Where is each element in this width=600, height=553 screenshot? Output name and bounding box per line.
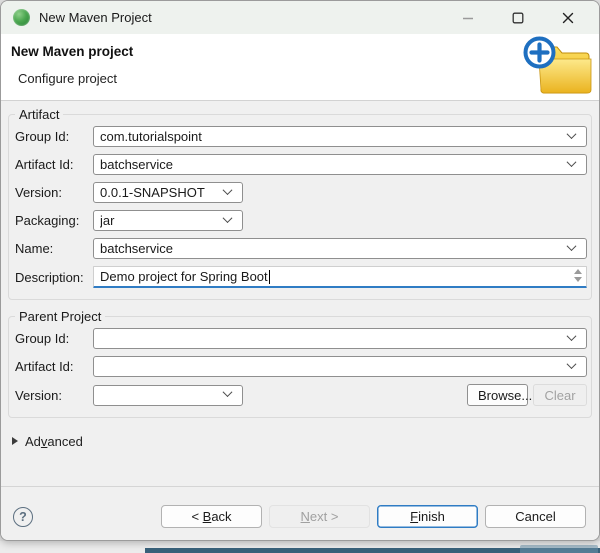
- version-combo[interactable]: 0.0.1-SNAPSHOT: [93, 182, 243, 203]
- arrow-up-icon[interactable]: [574, 269, 582, 274]
- help-icon: ?: [19, 510, 27, 524]
- group-id-combo[interactable]: com.tutorialspoint: [93, 126, 587, 147]
- arrow-down-icon[interactable]: [574, 277, 582, 282]
- back-button[interactable]: < Back: [161, 505, 262, 528]
- chevron-down-icon[interactable]: [567, 241, 577, 251]
- artifact-id-combo[interactable]: batchservice: [93, 154, 587, 175]
- next-button[interactable]: Next >: [269, 505, 370, 528]
- browse-button[interactable]: Browse...: [467, 384, 528, 406]
- parent-group-id-label: Group Id:: [15, 331, 93, 346]
- button-bar: ? < Back Next > Finish Cancel: [1, 486, 599, 540]
- name-row: Name: batchservice: [15, 238, 587, 259]
- name-combo[interactable]: batchservice: [93, 238, 587, 259]
- chevron-down-icon[interactable]: [567, 157, 577, 167]
- version-row: Version: 0.0.1-SNAPSHOT: [15, 182, 587, 203]
- scroll-arrows-icon[interactable]: [574, 269, 582, 282]
- parent-version-label: Version:: [15, 388, 93, 403]
- clear-button[interactable]: Clear: [533, 384, 587, 406]
- wizard-header: New Maven project Configure project: [1, 34, 599, 101]
- page-subtitle: Configure project: [18, 71, 117, 86]
- minimize-icon: [462, 12, 474, 24]
- close-button[interactable]: [555, 5, 581, 31]
- artifact-id-row: Artifact Id: batchservice: [15, 154, 587, 175]
- chevron-down-icon[interactable]: [223, 185, 233, 195]
- chevron-down-icon[interactable]: [223, 213, 233, 223]
- group-id-row: Group Id: com.tutorialspoint: [15, 126, 587, 147]
- artifact-legend: Artifact: [15, 107, 63, 122]
- new-maven-project-dialog: New Maven Project New Maven project Conf…: [0, 0, 600, 541]
- parent-version-row: Version: Browse... Clear: [15, 384, 587, 406]
- parent-artifact-id-label: Artifact Id:: [15, 359, 93, 374]
- parent-artifact-id-row: Artifact Id:: [15, 356, 587, 377]
- description-row: Description: Demo project for Spring Boo…: [15, 266, 587, 288]
- advanced-label: Advanced: [25, 434, 83, 449]
- parent-version-combo[interactable]: [93, 385, 243, 406]
- parent-project-group: Parent Project Group Id: Artifact Id: Ve…: [8, 309, 592, 418]
- artifact-id-value: batchservice: [100, 157, 562, 172]
- window-title: New Maven Project: [39, 10, 455, 25]
- page-title: New Maven project: [11, 44, 133, 59]
- background-window-highlight: [520, 545, 598, 553]
- parent-group-id-combo[interactable]: [93, 328, 587, 349]
- packaging-label: Packaging:: [15, 213, 93, 228]
- close-icon: [562, 12, 574, 24]
- minimize-button[interactable]: [455, 5, 481, 31]
- maximize-button[interactable]: [505, 5, 531, 31]
- chevron-down-icon[interactable]: [567, 359, 577, 369]
- chevron-down-icon[interactable]: [567, 129, 577, 139]
- packaging-combo[interactable]: jar: [93, 210, 243, 231]
- chevron-down-icon[interactable]: [223, 387, 233, 397]
- name-label: Name:: [15, 241, 93, 256]
- parent-group-id-row: Group Id:: [15, 328, 587, 349]
- parent-artifact-id-combo[interactable]: [93, 356, 587, 377]
- chevron-down-icon[interactable]: [567, 331, 577, 341]
- text-caret: [269, 270, 270, 284]
- new-maven-folder-icon: [523, 35, 597, 101]
- parent-project-legend: Parent Project: [15, 309, 105, 324]
- artifact-group: Artifact Group Id: com.tutorialspoint Ar…: [8, 107, 592, 300]
- group-id-value: com.tutorialspoint: [100, 129, 562, 144]
- app-icon: [13, 9, 30, 26]
- help-button[interactable]: ?: [13, 507, 33, 527]
- finish-button[interactable]: Finish: [377, 505, 478, 528]
- packaging-value: jar: [100, 213, 218, 228]
- version-label: Version:: [15, 185, 93, 200]
- wizard-content: Artifact Group Id: com.tutorialspoint Ar…: [1, 101, 599, 450]
- title-bar: New Maven Project: [1, 1, 599, 34]
- maximize-icon: [512, 12, 524, 24]
- description-input[interactable]: Demo project for Spring Boot: [93, 266, 587, 288]
- description-value: Demo project for Spring Boot: [100, 269, 268, 284]
- advanced-toggle[interactable]: Advanced: [12, 432, 592, 450]
- name-value: batchservice: [100, 241, 562, 256]
- artifact-id-label: Artifact Id:: [15, 157, 93, 172]
- description-label: Description:: [15, 270, 93, 285]
- expand-arrow-icon[interactable]: [12, 437, 18, 445]
- cancel-button[interactable]: Cancel: [485, 505, 586, 528]
- version-value: 0.0.1-SNAPSHOT: [100, 185, 218, 200]
- packaging-row: Packaging: jar: [15, 210, 587, 231]
- group-id-label: Group Id:: [15, 129, 93, 144]
